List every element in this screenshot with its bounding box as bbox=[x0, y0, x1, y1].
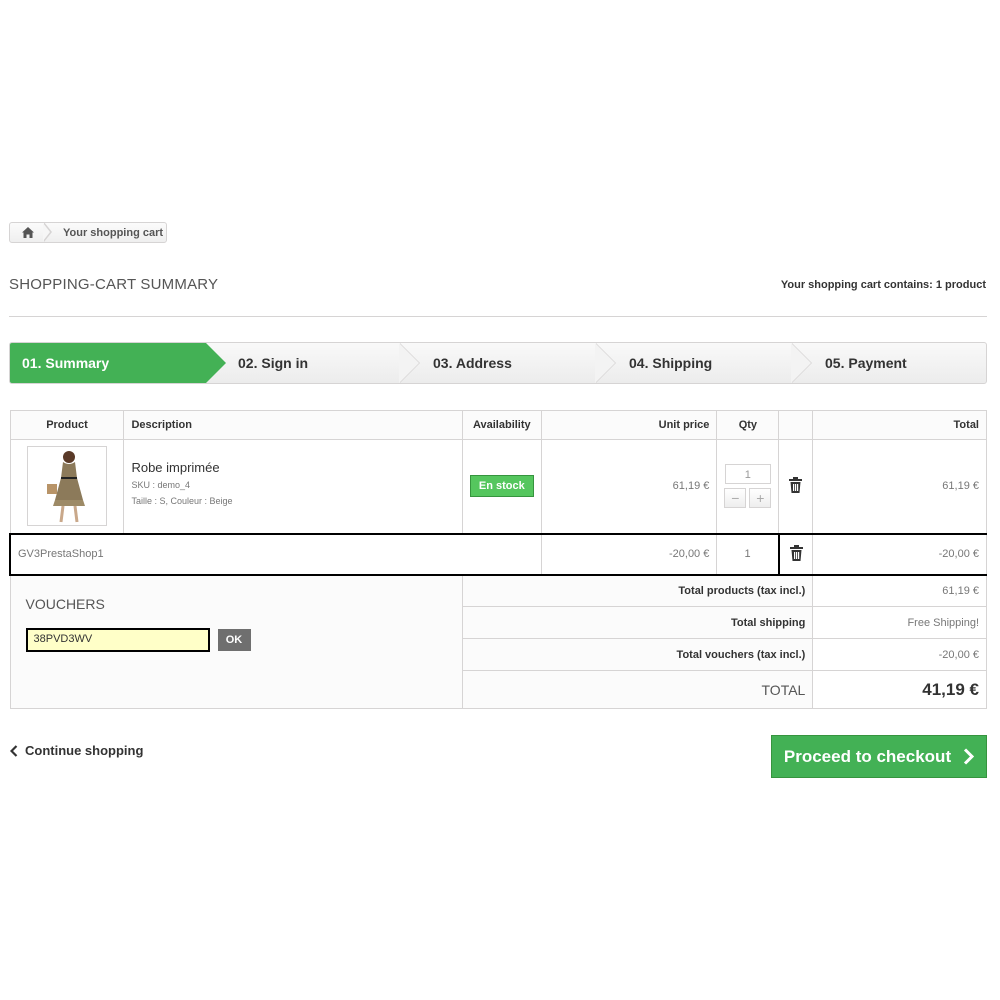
voucher-code-input[interactable]: 38PVD3WV bbox=[25, 627, 210, 652]
delete-voucher-button[interactable] bbox=[778, 532, 814, 576]
vouchers-panel: VOUCHERS 38PVD3WV OK bbox=[9, 574, 463, 709]
voucher-ok-button[interactable]: OK bbox=[217, 628, 251, 651]
divider bbox=[9, 316, 987, 317]
quantity-increase-button[interactable]: + bbox=[749, 488, 772, 509]
page-title: SHOPPING-CART SUMMARY bbox=[9, 276, 219, 293]
total-label: TOTAL bbox=[461, 670, 814, 709]
total-vouchers-label: Total vouchers (tax incl.) bbox=[461, 638, 814, 671]
step-label: 01. Summary bbox=[22, 355, 110, 371]
voucher-unit-price: -20,00 € bbox=[540, 532, 718, 576]
home-link[interactable] bbox=[10, 223, 46, 242]
table-row: Robe imprimée SKU : demo_4 Taille : S, C… bbox=[9, 439, 987, 534]
cart-count-text: Your shopping cart contains: 1 product bbox=[780, 279, 986, 291]
trash-icon bbox=[789, 544, 803, 561]
dress-model-image bbox=[46, 451, 85, 523]
continue-shopping-label: Continue shopping bbox=[25, 743, 144, 758]
step-summary[interactable]: 01. Summary bbox=[10, 343, 226, 383]
proceed-to-checkout-button[interactable]: Proceed to checkout bbox=[771, 735, 987, 778]
total-shipping-value: Free Shipping! bbox=[812, 606, 987, 639]
availability-badge: En stock bbox=[469, 475, 534, 498]
quantity-input[interactable]: 1 bbox=[724, 464, 771, 485]
total-shipping-label: Total shipping bbox=[461, 606, 814, 639]
product-image[interactable] bbox=[26, 446, 107, 527]
delete-item-button[interactable] bbox=[778, 439, 814, 534]
product-sku: SKU : demo_4 bbox=[131, 480, 190, 490]
col-delete bbox=[778, 410, 814, 440]
product-name-link[interactable]: Robe imprimée bbox=[131, 460, 454, 475]
col-availability: Availability bbox=[461, 410, 542, 440]
total-value: 41,19 € bbox=[812, 670, 987, 709]
total-products-value: 61,19 € bbox=[812, 574, 987, 607]
totals-row: VOUCHERS 38PVD3WV OK Total products (tax… bbox=[9, 574, 987, 709]
quantity-decrease-button[interactable]: − bbox=[724, 488, 747, 509]
table-header-row: Product Description Availability Unit pr… bbox=[9, 410, 987, 440]
col-qty: Qty bbox=[716, 410, 780, 440]
checkout-label: Proceed to checkout bbox=[783, 746, 952, 766]
voucher-qty: 1 bbox=[716, 532, 780, 576]
checkout-steps: 01. Summary 02. Sign in 03. Address 04. … bbox=[9, 342, 987, 384]
col-description: Description bbox=[123, 410, 463, 440]
breadcrumb-current: Your shopping cart bbox=[63, 227, 164, 239]
voucher-code: GV3PrestaShop1 bbox=[8, 532, 542, 576]
voucher-total: -20,00 € bbox=[812, 532, 987, 576]
voucher-line-row: GV3PrestaShop1 -20,00 € 1 -20,00 € bbox=[8, 532, 987, 576]
chevron-right-icon bbox=[964, 748, 975, 765]
cart-table: Product Description Availability Unit pr… bbox=[8, 410, 987, 709]
col-unit-price: Unit price bbox=[540, 410, 718, 440]
unit-price: 61,19 € bbox=[540, 439, 718, 534]
col-total: Total bbox=[812, 410, 987, 440]
step-sign-in[interactable]: 02. Sign in bbox=[206, 343, 402, 383]
minus-icon: − bbox=[731, 490, 740, 507]
breadcrumb: Your shopping cart bbox=[9, 222, 167, 243]
plus-icon: + bbox=[756, 490, 765, 507]
product-attributes: Taille : S, Couleur : Beige bbox=[131, 496, 233, 506]
vouchers-title: VOUCHERS bbox=[25, 595, 105, 612]
step-payment[interactable]: 05. Payment bbox=[791, 343, 986, 383]
col-product: Product bbox=[9, 410, 125, 440]
chevron-left-icon bbox=[10, 744, 18, 757]
total-products-label: Total products (tax incl.) bbox=[461, 574, 814, 607]
total-vouchers-value: -20,00 € bbox=[812, 638, 987, 671]
step-address[interactable]: 03. Address bbox=[399, 343, 598, 383]
line-total: 61,19 € bbox=[812, 439, 987, 534]
trash-icon bbox=[789, 476, 803, 493]
step-shipping[interactable]: 04. Shipping bbox=[595, 343, 794, 383]
continue-shopping-link[interactable]: Continue shopping bbox=[10, 743, 143, 758]
home-icon bbox=[22, 227, 34, 238]
